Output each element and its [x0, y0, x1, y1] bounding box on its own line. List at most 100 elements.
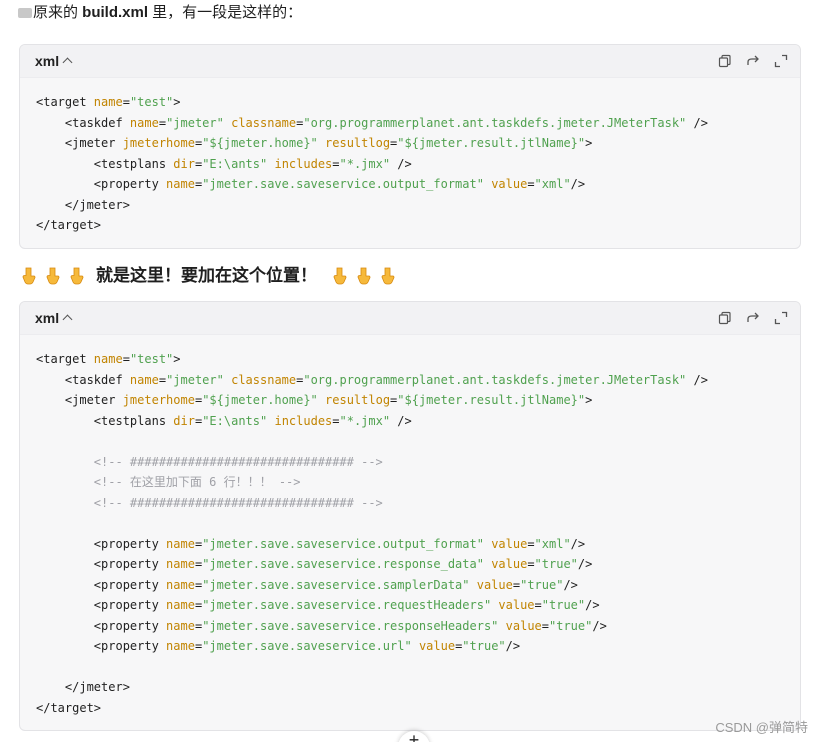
code-token-attr: resultlog	[325, 393, 391, 407]
code-token-str: "jmeter.save.saveservice.responseHeaders…	[202, 618, 499, 633]
code-line: <property name="jmeter.save.saveservice.…	[36, 639, 520, 653]
section-heading: 就是这里！要加在这个位置！	[20, 264, 403, 288]
code-token-attr: classname	[231, 372, 297, 387]
code-token-cmt: <!-- ############################### -->	[36, 454, 383, 469]
code-token-attr: name	[129, 115, 159, 130]
code-token-attr: value	[476, 577, 513, 592]
code-token-tag: />	[390, 156, 412, 171]
code-token-tag	[498, 619, 505, 633]
code-line: <property name="jmeter.save.saveservice.…	[36, 578, 578, 592]
code-line: </jmeter>	[36, 198, 130, 212]
code-token-attr: includes	[274, 413, 333, 428]
code-token-tag: <property	[36, 557, 167, 571]
code-block-header: xml	[20, 45, 800, 78]
code-line: <testplans dir="E:\ants" includes="*.jmx…	[36, 414, 412, 428]
share-icon[interactable]	[746, 311, 760, 325]
code-token-str: "xml"	[534, 536, 571, 551]
code-token-attr: name	[93, 95, 123, 109]
code-token-tag: <taskdef	[36, 372, 130, 387]
code-language-label: xml	[35, 53, 60, 69]
code-token-tag: />	[570, 177, 586, 191]
code-token-str: "jmeter.save.saveservice.response_data"	[202, 557, 484, 571]
code-token-tag: <target	[36, 95, 94, 109]
chevron-up-icon	[62, 314, 73, 325]
code-token-attr: value	[498, 598, 535, 612]
code-token-tag: =	[512, 577, 521, 592]
code-token-tag: />	[585, 598, 600, 612]
code-token-str: "jmeter.save.saveservice.samplerData"	[202, 577, 470, 592]
intro-paragraph: 原来的 build.xml 里，有一段是这样的：	[18, 2, 302, 24]
code-token-tag: =	[122, 95, 130, 109]
code-token-str: "true"	[534, 557, 578, 571]
copy-icon[interactable]	[718, 311, 732, 325]
copy-icon[interactable]	[718, 54, 732, 68]
code-token-str: "true"	[520, 577, 564, 592]
code-token-str: "test"	[129, 352, 174, 366]
code-line: <!-- ############################### -->	[36, 455, 383, 469]
code-token-str: "jmeter.save.saveservice.requestHeaders"	[202, 598, 492, 612]
code-language-label: xml	[35, 310, 60, 326]
code-block-original: xml <target name="test"> <taskdef name="…	[19, 44, 801, 249]
code-token-attr: value	[491, 536, 528, 551]
code-token-tag: <property	[36, 177, 167, 191]
code-token-tag	[412, 639, 419, 653]
code-token-attr: name	[166, 177, 195, 191]
code-token-tag: />	[686, 115, 708, 130]
code-token-attr: value	[505, 618, 542, 633]
code-token-str: "jmeter"	[166, 372, 224, 387]
code-token-str: "true"	[541, 598, 586, 612]
code-language-toggle[interactable]: xml	[35, 53, 73, 69]
code-line: <property name="jmeter.save.saveservice.…	[36, 598, 600, 612]
code-line: <jmeter jmeterhome="${jmeter.home}" resu…	[36, 136, 592, 150]
code-token-attr: name	[166, 639, 195, 653]
code-line: </target>	[36, 218, 101, 232]
code-line: <taskdef name="jmeter" classname="org.pr…	[36, 116, 708, 130]
code-token-tag: </target>	[36, 700, 102, 715]
pointing-down-hand-icon	[44, 267, 62, 285]
code-token-tag: =	[158, 115, 167, 130]
scroll-button[interactable]: +	[398, 731, 430, 742]
code-block-actions	[718, 54, 788, 68]
code-token-attr: classname	[231, 115, 297, 130]
code-token-attr: dir	[173, 156, 195, 171]
code-token-attr: resultlog	[325, 136, 391, 150]
code-token-str: "jmeter.save.saveservice.output_format"	[202, 536, 484, 551]
code-line: </target>	[36, 701, 101, 715]
code-token-attr: name	[129, 372, 159, 387]
code-token-tag: =	[158, 372, 167, 387]
code-line: <target name="test">	[36, 95, 181, 109]
code-token-cmt: <!-- ############################### -->	[36, 495, 383, 510]
code-token-attr: name	[166, 536, 195, 551]
code-token-tag: <jmeter	[36, 136, 123, 150]
code-token-tag: <jmeter	[36, 393, 123, 407]
pointing-down-hand-icon	[68, 267, 86, 285]
code-language-toggle[interactable]: xml	[35, 310, 73, 326]
code-token-str: "*.jmx"	[339, 156, 391, 171]
code-token-tag: />	[390, 413, 412, 428]
code-token-tag: />	[592, 618, 607, 633]
code-line: <property name = "jmeter.save.saveservice.…	[36, 557, 593, 571]
expand-icon[interactable]	[774, 311, 788, 325]
code-token-tag: <property	[36, 598, 167, 612]
code-token-str: "org.programmerplanet.ant.taskdefs.jmete…	[303, 115, 687, 130]
code-token-tag: >	[173, 352, 181, 366]
share-icon[interactable]	[746, 54, 760, 68]
code-token-attr: dir	[173, 413, 195, 428]
code-token-tag: =	[527, 557, 535, 571]
pointing-down-hand-icon	[355, 267, 373, 285]
code-token-attr: name	[166, 557, 195, 571]
watermark: CSDN @弹简特	[715, 720, 808, 735]
page: 原来的 build.xml 里，有一段是这样的： xml <target nam…	[0, 0, 820, 742]
code-token-tag: <taskdef	[36, 115, 130, 130]
code-token-tag: >	[585, 136, 593, 150]
chevron-up-icon	[62, 57, 73, 68]
code-token-tag: <property	[36, 618, 167, 633]
code-token-tag: =	[122, 352, 130, 366]
code-token-attr: value	[491, 557, 528, 571]
code-token-attr: jmeterhome	[122, 136, 195, 150]
code-token-tag	[318, 393, 325, 407]
code-token-tag: >	[173, 95, 181, 109]
code-line: <testplans dir="E:\ants" includes="*.jmx…	[36, 157, 412, 171]
code-line: <property name="jmeter.save.saveservice.…	[36, 177, 585, 191]
expand-icon[interactable]	[774, 54, 788, 68]
